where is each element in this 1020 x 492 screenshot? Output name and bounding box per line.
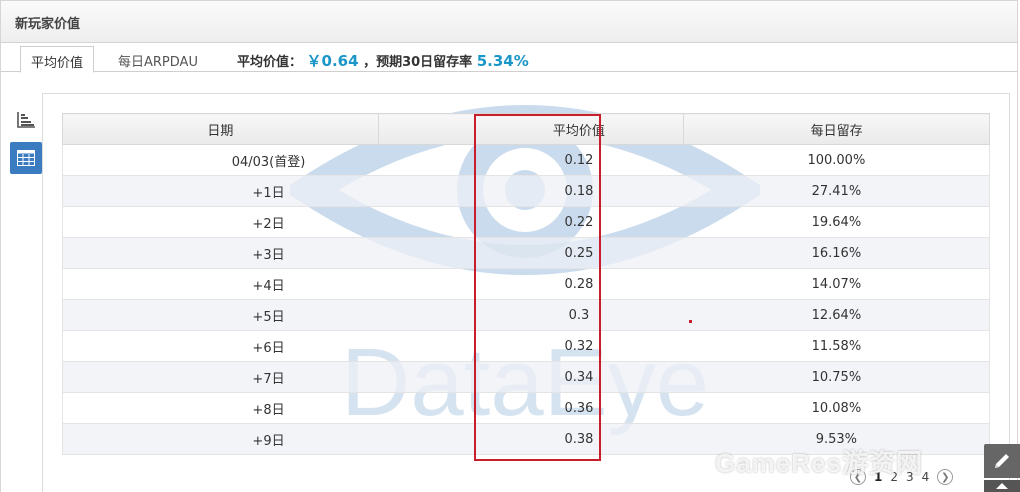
table-row: +6日 0.32 11.58% — [62, 330, 990, 362]
tab-average-value[interactable]: 平均价值 — [20, 46, 95, 73]
table-row: +5日 0.3 12.64% — [62, 299, 990, 331]
table-row: +4日 0.28 14.07% — [62, 268, 990, 300]
cell-daily-retention: 11.58% — [683, 330, 990, 362]
cell-avg-value: 0.38 — [474, 423, 684, 455]
tab-daily-arpdau[interactable]: 每日ARPDAU — [108, 46, 208, 73]
cell-date: +5日 — [62, 299, 475, 331]
avg-value-label: 平均价值： — [237, 55, 303, 70]
cell-avg-value: 0.28 — [474, 268, 684, 300]
table-header-row: 日期 平均价值 每日留存 — [62, 113, 990, 145]
cell-daily-retention: 16.16% — [683, 237, 990, 269]
cell-date: 04/03(首登) — [62, 144, 475, 176]
table-row: 04/03(首登) 0.12 100.00% — [62, 144, 990, 176]
tab-bar: 平均价值 每日ARPDAU 平均价值： ￥0.64 ，预期30日留存率 5.34… — [0, 44, 1018, 73]
highlight-dot — [689, 320, 692, 323]
panel-title: 新玩家价值 — [15, 17, 81, 32]
table-row: +3日 0.25 16.16% — [62, 237, 990, 269]
cell-avg-value: 0.25 — [474, 237, 684, 269]
table-view-button[interactable] — [10, 142, 42, 174]
cell-date: +3日 — [62, 237, 475, 269]
table-row: +1日 0.18 27.41% — [62, 175, 990, 207]
pencil-icon — [995, 454, 1009, 468]
cell-daily-retention: 12.64% — [683, 299, 990, 331]
back-to-top-button[interactable] — [984, 480, 1020, 492]
cell-date: +7日 — [62, 361, 475, 393]
cell-avg-value: 0.18 — [474, 175, 684, 207]
chart-view-button[interactable] — [12, 108, 40, 132]
cell-date: +1日 — [62, 175, 475, 207]
cell-avg-value: 0.22 — [474, 206, 684, 238]
table-row: +7日 0.34 10.75% — [62, 361, 990, 393]
cell-date: +4日 — [62, 268, 475, 300]
cell-avg-value: 0.32 — [474, 330, 684, 362]
header-blank — [377, 113, 475, 145]
cell-daily-retention: 100.00% — [683, 144, 990, 176]
feedback-button[interactable] — [984, 444, 1020, 478]
panel-header: 新玩家价值 — [1, 1, 1017, 43]
cell-date: +8日 — [62, 392, 475, 424]
cell-daily-retention: 10.08% — [683, 392, 990, 424]
value-table: 日期 平均价值 每日留存 04/03(首登) 0.12 100.00% +1日 0.18… — [62, 113, 990, 455]
bar-chart-icon — [17, 112, 35, 128]
gameres-watermark: GameRes游资网 — [715, 448, 923, 478]
cell-date: +6日 — [62, 330, 475, 362]
header-daily-retention[interactable]: 每日留存 — [683, 113, 990, 145]
retention-value: 5.34% — [476, 52, 529, 70]
header-date[interactable]: 日期 — [62, 113, 379, 145]
cell-daily-retention: 27.41% — [683, 175, 990, 207]
cell-avg-value: 0.34 — [474, 361, 684, 393]
avg-value: ￥0.64 — [306, 52, 359, 70]
cell-daily-retention: 14.07% — [683, 268, 990, 300]
table-row: +2日 0.22 19.64% — [62, 206, 990, 238]
cell-daily-retention: 10.75% — [683, 361, 990, 393]
cell-avg-value: 0.36 — [474, 392, 684, 424]
summary-line: 平均价值： ￥0.64 ，预期30日留存率 5.34% — [237, 50, 529, 71]
retention-label: ，预期30日留存率 — [363, 55, 473, 70]
next-page-button[interactable]: ❯ — [937, 469, 954, 485]
cell-daily-retention: 19.64% — [683, 206, 990, 238]
cell-date: +9日 — [62, 423, 475, 455]
cell-date: +2日 — [62, 206, 475, 238]
table-icon — [17, 150, 35, 166]
table-row: +8日 0.36 10.08% — [62, 392, 990, 424]
header-avg-value[interactable]: 平均价值 — [473, 113, 685, 145]
cell-avg-value: 0.3 — [474, 299, 684, 331]
arrow-up-icon — [996, 483, 1008, 489]
cell-avg-value: 0.12 — [474, 144, 684, 176]
